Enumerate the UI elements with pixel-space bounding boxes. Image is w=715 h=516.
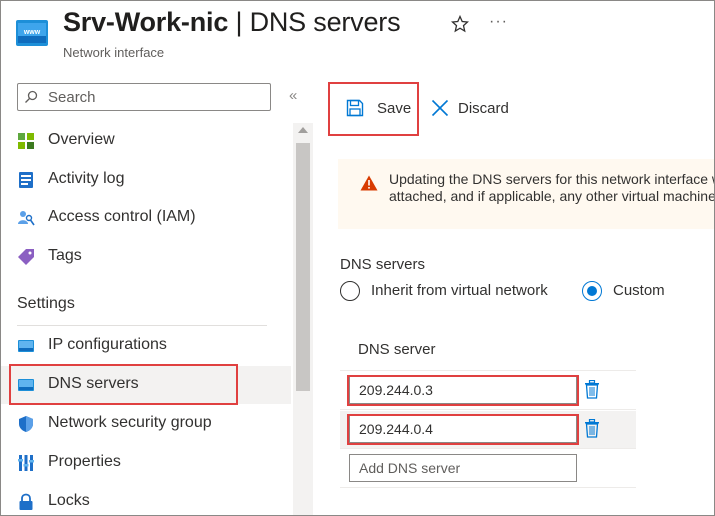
sidebar-item-overview[interactable]: Overview: [1, 122, 291, 160]
delete-icon[interactable]: [584, 380, 600, 399]
dns-table-header: DNS server: [340, 323, 636, 371]
sidebar-item-label: IP configurations: [48, 336, 167, 353]
sidebar-item-properties[interactable]: Properties: [1, 444, 291, 482]
resource-name: Srv-Work-nic: [63, 7, 229, 37]
sidebar-item-locks[interactable]: Locks: [1, 483, 291, 515]
ip-config-icon: [18, 340, 34, 352]
sidebar-item-tags[interactable]: Tags: [1, 238, 291, 276]
dns-row: Add DNS server: [340, 450, 636, 488]
sidebar-item-label: Activity log: [48, 170, 125, 187]
sidebar-item-activity-log[interactable]: Activity log: [1, 161, 291, 199]
sidebar-section-settings: Settings: [17, 295, 75, 312]
lock-icon: [19, 493, 33, 510]
dns-server-value: 209.244.0.4: [359, 421, 433, 437]
save-icon: [346, 99, 364, 117]
sidebar-item-label: Access control (IAM): [48, 208, 196, 225]
sidebar-item-dns-servers[interactable]: DNS servers: [1, 366, 291, 404]
more-options-icon[interactable]: ···: [489, 13, 508, 31]
resource-type: Network interface: [63, 45, 165, 60]
scroll-thumb[interactable]: [296, 143, 310, 391]
radio-inherit-label[interactable]: Inherit from virtual network: [371, 282, 548, 299]
tag-icon: [18, 249, 34, 265]
radio-custom-label[interactable]: Custom: [613, 282, 665, 299]
page-header: www Srv-Work-nic | DNS servers Network i…: [1, 1, 714, 71]
title-separator: |: [228, 7, 250, 37]
sidebar-item-label: Properties: [48, 453, 121, 470]
delete-icon[interactable]: [584, 419, 600, 438]
svg-text:www: www: [23, 29, 41, 36]
sidebar-item-label: Network security group: [48, 414, 212, 431]
dns-servers-label: DNS servers: [340, 256, 426, 273]
warning-line-1: Updating the DNS servers for this networ…: [389, 171, 714, 187]
network-interface-icon: www: [16, 20, 48, 46]
warning-text: Updating the DNS servers for this networ…: [389, 171, 714, 205]
sidebar-item-label: DNS servers: [48, 375, 139, 392]
dns-row: 209.244.0.4: [340, 411, 636, 449]
activity-log-icon: [19, 172, 33, 188]
dns-row: 209.244.0.3: [340, 372, 636, 410]
sidebar-item-label: Locks: [48, 492, 90, 509]
discard-label: Discard: [458, 100, 509, 117]
warning-icon: [360, 175, 378, 191]
blade-name: DNS servers: [249, 7, 401, 37]
search-input[interactable]: Search: [17, 83, 271, 111]
dns-server-input[interactable]: 209.244.0.4: [349, 415, 577, 443]
main-content: Save Discard Updating the DNS servers fo…: [313, 73, 714, 515]
overview-icon: [18, 133, 34, 149]
dns-server-input[interactable]: 209.244.0.3: [349, 376, 577, 404]
dns-server-value: 209.244.0.3: [359, 382, 433, 398]
window-frame: www Srv-Work-nic | DNS servers Network i…: [0, 0, 715, 516]
sidebar-item-iam[interactable]: Access control (IAM): [1, 199, 291, 237]
iam-icon: [18, 211, 35, 226]
save-label: Save: [377, 100, 412, 117]
warning-banner: Updating the DNS servers for this networ…: [338, 159, 714, 229]
sidebar-item-network-security-group[interactable]: Network security group: [1, 405, 291, 443]
sidebar-divider: [17, 325, 267, 326]
radio-inherit[interactable]: [340, 281, 360, 301]
properties-icon: [18, 455, 34, 471]
shield-icon: [19, 416, 33, 432]
radio-custom[interactable]: [582, 281, 602, 301]
close-icon: [431, 99, 449, 117]
page-title: Srv-Work-nic | DNS servers: [63, 7, 401, 38]
sidebar-item-label: Tags: [48, 247, 82, 264]
search-icon: [25, 90, 38, 103]
discard-button[interactable]: Discard: [427, 83, 517, 135]
sidebar-item-ip-configurations[interactable]: IP configurations: [1, 327, 291, 365]
save-button[interactable]: Save: [329, 83, 419, 135]
add-dns-server-input[interactable]: Add DNS server: [349, 454, 577, 482]
warning-line-2: attached, and if applicable, any other v…: [389, 188, 714, 204]
add-dns-placeholder: Add DNS server: [359, 460, 461, 476]
scroll-up-icon[interactable]: [298, 127, 308, 133]
search-placeholder: Search: [48, 89, 96, 106]
sidebar: Search « Overview Activity log Access co…: [1, 73, 313, 515]
dns-icon: [18, 379, 34, 391]
star-icon[interactable]: [451, 15, 469, 33]
collapse-sidebar-icon[interactable]: «: [289, 87, 297, 104]
dns-column-header: DNS server: [358, 341, 436, 358]
sidebar-item-label: Overview: [48, 131, 115, 148]
